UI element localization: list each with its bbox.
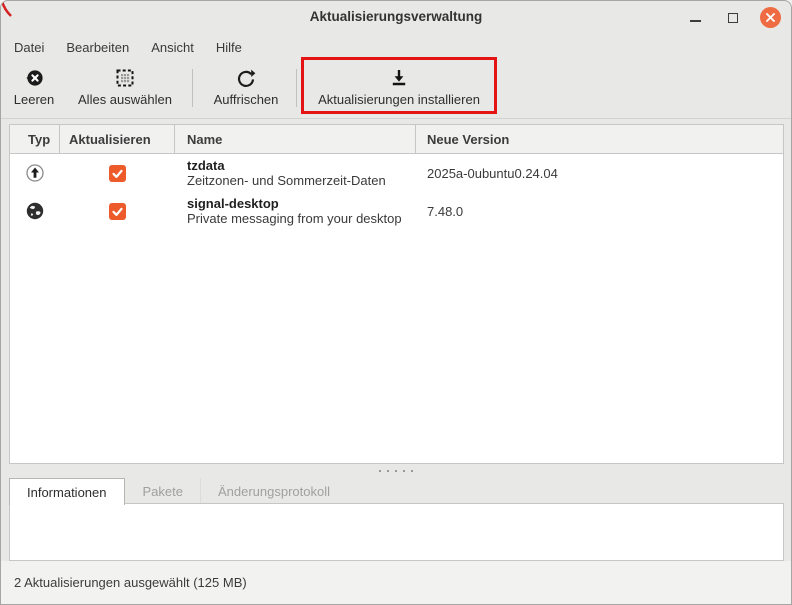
clear-button[interactable]: Leeren xyxy=(7,63,61,115)
column-header-name[interactable]: Name xyxy=(175,125,416,153)
information-panel xyxy=(9,503,784,561)
details-tabbar: Informationen Pakete Änderungsprotokoll xyxy=(9,478,782,504)
grip-dot xyxy=(387,470,389,472)
close-icon xyxy=(765,12,776,23)
install-updates-button-label: Aktualisierungen installieren xyxy=(318,92,480,107)
menu-datei[interactable]: Datei xyxy=(3,36,55,59)
column-header-aktualisieren[interactable]: Aktualisieren xyxy=(60,125,175,153)
refresh-icon xyxy=(235,63,257,89)
toolbar: Leeren Alles auswählen xyxy=(1,61,791,119)
grip-dot xyxy=(379,470,381,472)
updates-table: Typ Aktualisieren Name Neue Version xyxy=(9,124,784,464)
download-install-icon xyxy=(388,63,410,89)
window-title: Aktualisierungsverwaltung xyxy=(1,9,791,24)
check-icon xyxy=(110,166,125,181)
menu-ansicht[interactable]: Ansicht xyxy=(140,36,205,59)
grip-dot xyxy=(411,470,413,472)
column-header-typ[interactable]: Typ xyxy=(10,125,60,153)
selection-status-text: 2 Aktualisierungen ausgewählt (125 MB) xyxy=(14,575,247,590)
package-new-version: 2025a-0ubuntu0.24.04 xyxy=(416,154,783,192)
select-all-button-label: Alles auswählen xyxy=(78,92,172,107)
package-upgrade-icon xyxy=(25,163,45,183)
package-name: tzdata xyxy=(187,158,416,173)
install-updates-button[interactable]: Aktualisierungen installieren xyxy=(304,63,494,115)
package-description: Zeitzonen- und Sommerzeit-Daten xyxy=(187,173,416,189)
check-icon xyxy=(110,204,125,219)
globe-icon xyxy=(25,201,45,221)
update-checkbox[interactable] xyxy=(109,165,126,182)
clear-button-label: Leeren xyxy=(14,92,54,107)
update-checkbox[interactable] xyxy=(109,203,126,220)
grip-dot xyxy=(403,470,405,472)
tab-informationen[interactable]: Informationen xyxy=(9,478,125,505)
minimize-button[interactable] xyxy=(684,7,706,29)
minimize-icon xyxy=(690,20,701,22)
select-all-icon xyxy=(114,63,136,89)
refresh-button-label: Auffrischen xyxy=(214,92,279,107)
table-row-signal-desktop[interactable]: signal-desktop Private messaging from yo… xyxy=(10,192,783,230)
menubar: Datei Bearbeiten Ansicht Hilfe xyxy=(1,34,791,61)
close-button[interactable] xyxy=(760,7,781,28)
window-controls xyxy=(684,1,781,34)
maximize-button[interactable] xyxy=(722,7,744,29)
column-header-neue-version[interactable]: Neue Version xyxy=(416,125,783,153)
tab-pakete[interactable]: Pakete xyxy=(125,478,200,504)
refresh-button[interactable]: Auffrischen xyxy=(200,63,292,115)
package-new-version: 7.48.0 xyxy=(416,192,783,230)
maximize-icon xyxy=(728,13,738,23)
select-all-button[interactable]: Alles auswählen xyxy=(65,63,185,115)
titlebar[interactable]: Aktualisierungsverwaltung xyxy=(1,1,791,34)
clear-icon xyxy=(23,63,45,89)
statusbar: 2 Aktualisierungen ausgewählt (125 MB) xyxy=(1,561,791,604)
toolbar-separator xyxy=(192,69,193,107)
toolbar-separator xyxy=(296,69,297,107)
package-description: Private messaging from your desktop xyxy=(187,211,416,227)
table-header: Typ Aktualisieren Name Neue Version xyxy=(10,125,783,154)
tab-aenderungsprotokoll[interactable]: Änderungsprotokoll xyxy=(200,478,347,504)
annotation-stroke-artifact xyxy=(1,1,15,19)
update-manager-window: Aktualisierungsverwaltung Datei Bearbeit… xyxy=(0,0,792,605)
menu-hilfe[interactable]: Hilfe xyxy=(205,36,253,59)
package-name: signal-desktop xyxy=(187,196,416,211)
pane-splitter-handle[interactable] xyxy=(1,464,791,478)
table-row-tzdata[interactable]: tzdata Zeitzonen- und Sommerzeit-Daten 2… xyxy=(10,154,783,192)
grip-dot xyxy=(395,470,397,472)
menu-bearbeiten[interactable]: Bearbeiten xyxy=(55,36,140,59)
